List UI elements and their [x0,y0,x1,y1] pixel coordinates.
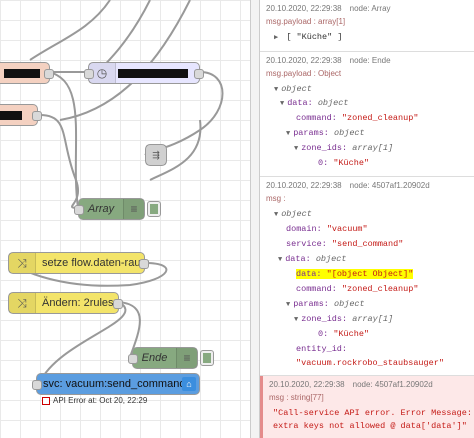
change-node-setze-label: setze flow.daten-raum [42,257,150,269]
tree-key: data: [287,98,313,108]
message-topic: msg.payload : Object [266,69,342,78]
redacted-label [4,69,40,78]
highlighted-entry: data: "[object Object]" [296,269,414,279]
expand-caret-icon[interactable]: ▶ [274,34,278,42]
debug-message: 20.10.2020, 22:29:38 node: Array msg.pay… [260,0,474,52]
error-message-line1: "Call-service API error. Error Message: [273,408,472,418]
link-arrow-icon: ⇶ [146,145,166,165]
tree-value: "Küche" [333,158,370,168]
message-node[interactable]: node: 4507af1.20902d [353,380,433,389]
tree-type: object [317,98,349,108]
message-time: 20.10.2020, 22:29:38 [266,56,342,65]
error-status-icon [42,396,50,405]
tree-value: "vacuum.rockrobo_staubsauger" [296,358,444,368]
tree-type: object [334,128,365,138]
message-time: 20.10.2020, 22:29:38 [269,380,345,389]
change-node-setze[interactable]: ⤨ setze flow.daten-raum [8,252,150,274]
tree-value: "zoned_cleanup" [341,113,419,123]
tree-type: array[1] [352,143,394,153]
debug-toggle-button[interactable] [200,350,214,366]
shuffle-icon: ⤨ [9,253,36,273]
expand-caret-icon[interactable]: ▼ [274,86,278,94]
list-icon: ≡ [123,199,144,219]
debug-node-array[interactable]: Array ≡ [74,198,161,220]
node-status: API Error at: Oct 20, 22:29 [42,396,147,405]
tree-key: data: [296,269,322,279]
debug-toggle-button[interactable] [147,201,161,217]
tree-key: entity_id: [296,344,348,354]
tree-type: array[1] [352,314,394,324]
message-topic: msg.payload : array[1] [266,17,346,26]
tree-key: params: [293,299,329,309]
object-type: object [281,84,312,94]
change-node-aendern[interactable]: ⤨ Ändern: 2rules [8,292,123,314]
shuffle-icon: ⤨ [9,293,36,313]
debug-message-error: 20.10.2020, 22:29:38 node: 4507af1.20902… [260,376,474,438]
service-node-svc[interactable]: svc: vacuum:send_command ⌂ [32,373,200,395]
tree-key: command: [296,284,337,294]
list-icon: ≡ [176,348,197,368]
expand-caret-icon[interactable]: ▼ [274,211,278,219]
sidebar-splitter[interactable] [250,0,260,438]
debug-node-array-label: Array [87,203,115,215]
tree-value: "zoned_cleanup" [341,284,419,294]
link-node[interactable]: ⇶ [145,144,167,166]
tree-key: params: [293,128,329,138]
debug-sidebar: 20.10.2020, 22:29:38 node: Array msg.pay… [260,0,474,438]
message-node[interactable]: node: 4507af1.20902d [350,181,430,190]
tree-key: 0: [318,158,329,168]
tree-type: object [334,299,365,309]
error-message-line2: extra keys not allowed @ data['data']" [273,421,467,431]
redacted-label [118,69,188,78]
tree-key: zone_ids: [301,314,348,324]
expand-caret-icon[interactable]: ▼ [278,256,282,264]
message-time: 20.10.2020, 22:29:38 [266,181,342,190]
home-assistant-icon: ⌂ [182,377,196,391]
debug-message: 20.10.2020, 22:29:38 node: 4507af1.20902… [260,177,474,376]
expand-caret-icon[interactable]: ▼ [286,130,290,138]
tree-key: zone_ids: [301,143,348,153]
debug-message: 20.10.2020, 22:29:38 node: Ende msg.payl… [260,52,474,177]
message-node[interactable]: node: Array [350,4,391,13]
debug-node-ende-label: Ende [141,352,168,364]
change-node-aendern-label: Ändern: 2rules [42,297,114,309]
message-node[interactable]: node: Ende [350,56,391,65]
message-time: 20.10.2020, 22:29:38 [266,4,342,13]
tree-type: object [315,254,347,264]
flow-canvas[interactable]: ◷ ⇶ Array ≡ ⤨ setze flow.daten-raum ⤨ Än… [0,0,250,438]
tree-key: 0: [318,329,329,339]
expand-caret-icon[interactable]: ▼ [294,145,298,153]
message-topic: msg : [266,194,286,203]
tree-value: "[object Object]" [326,269,414,279]
message-topic: msg : string[77] [269,393,324,402]
debug-node-ende[interactable]: Ende ≡ [128,347,214,369]
tree-value: "vacuum" [326,224,368,234]
tree-key: service: [286,239,327,249]
tree-value: "send_command" [331,239,404,249]
expand-caret-icon[interactable]: ▼ [286,301,290,309]
node-status-text: API Error at: Oct 20, 22:29 [53,396,148,405]
tree-value: "Küche" [333,329,370,339]
array-value[interactable]: [ "Küche" ] [286,32,342,42]
tree-key: data: [285,254,311,264]
expand-caret-icon[interactable]: ▼ [280,100,284,108]
tree-key: domain: [286,224,322,234]
expand-caret-icon[interactable]: ▼ [294,316,298,324]
service-node-svc-label: svc: vacuum:send_command [43,378,186,390]
tree-key: command: [296,113,337,123]
object-type: object [281,209,312,219]
redacted-label [0,111,22,120]
